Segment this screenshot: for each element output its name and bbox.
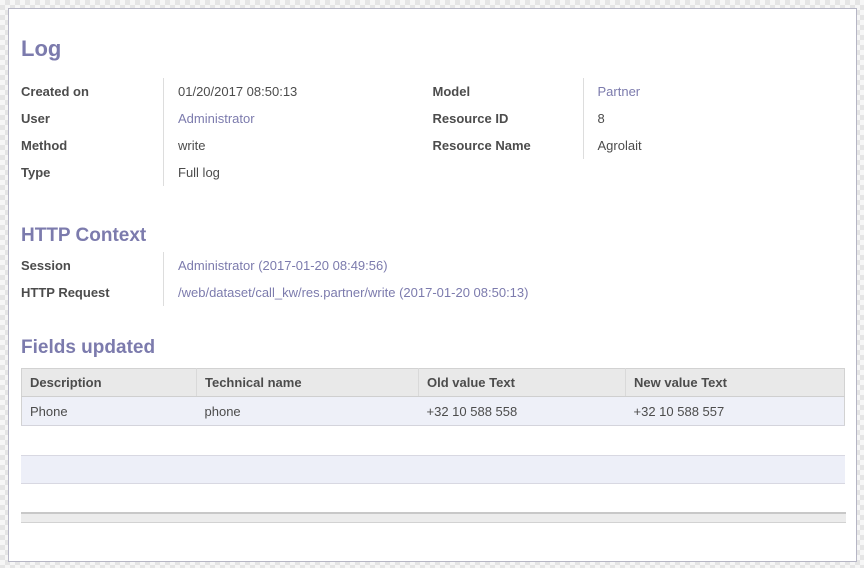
- http-request-label: HTTP Request: [21, 285, 163, 300]
- log-form-panel: Log Created on 01/20/2017 08:50:13 User …: [8, 8, 857, 562]
- http-context-title: HTTP Context: [21, 224, 844, 248]
- field-row-http-request: HTTP Request /web/dataset/call_kw/res.pa…: [21, 279, 845, 306]
- resource-id-value: 8: [583, 105, 845, 132]
- cell-old-value[interactable]: +32 10 588 558: [419, 397, 626, 426]
- field-row-method: Method write: [21, 132, 433, 159]
- cell-technical-name[interactable]: phone: [197, 397, 419, 426]
- fields-updated-table: Description Technical name Old value Tex…: [21, 368, 845, 426]
- http-context-group: Session Administrator (2017-01-20 08:49:…: [21, 252, 845, 306]
- resource-name-label: Resource Name: [433, 138, 583, 153]
- table-header-row: Description Technical name Old value Tex…: [22, 369, 845, 397]
- model-link[interactable]: Partner: [598, 84, 641, 99]
- field-row-model: Model Partner: [433, 78, 845, 105]
- cell-description[interactable]: Phone: [22, 397, 197, 426]
- user-link[interactable]: Administrator: [178, 111, 255, 126]
- horizontal-scrollbar[interactable]: [21, 512, 846, 523]
- column-header-description[interactable]: Description: [22, 369, 197, 397]
- type-label: Type: [21, 165, 163, 180]
- field-row-type: Type Full log: [21, 159, 433, 186]
- field-row-user: User Administrator: [21, 105, 433, 132]
- session-label: Session: [21, 258, 163, 273]
- log-group-left: Created on 01/20/2017 08:50:13 User Admi…: [21, 78, 433, 186]
- method-value: write: [163, 132, 433, 159]
- resource-id-label: Resource ID: [433, 111, 583, 126]
- user-label: User: [21, 111, 163, 126]
- field-row-created-on: Created on 01/20/2017 08:50:13: [21, 78, 433, 105]
- log-field-groups: Created on 01/20/2017 08:50:13 User Admi…: [21, 78, 844, 186]
- field-row-resource-id: Resource ID 8: [433, 105, 845, 132]
- resource-name-value: Agrolait: [583, 132, 845, 159]
- created-on-value: 01/20/2017 08:50:13: [163, 78, 433, 105]
- log-group-right: Model Partner Resource ID 8 Resource Nam…: [433, 78, 845, 186]
- column-header-new-value[interactable]: New value Text: [626, 369, 845, 397]
- column-header-old-value[interactable]: Old value Text: [419, 369, 626, 397]
- field-row-resource-name: Resource Name Agrolait: [433, 132, 845, 159]
- session-link[interactable]: Administrator (2017-01-20 08:49:56): [178, 258, 388, 273]
- table-row[interactable]: Phone phone +32 10 588 558 +32 10 588 55…: [22, 397, 845, 426]
- field-row-session: Session Administrator (2017-01-20 08:49:…: [21, 252, 845, 279]
- cell-new-value[interactable]: +32 10 588 557: [626, 397, 845, 426]
- form-sheet: Log Created on 01/20/2017 08:50:13 User …: [9, 36, 856, 523]
- empty-list-placeholder: [21, 455, 845, 484]
- page-title: Log: [21, 36, 844, 62]
- model-label: Model: [433, 84, 583, 99]
- fields-updated-title: Fields updated: [21, 336, 844, 360]
- column-header-technical-name[interactable]: Technical name: [197, 369, 419, 397]
- method-label: Method: [21, 138, 163, 153]
- type-value: Full log: [163, 159, 433, 186]
- created-on-label: Created on: [21, 84, 163, 99]
- http-request-link[interactable]: /web/dataset/call_kw/res.partner/write (…: [178, 285, 528, 300]
